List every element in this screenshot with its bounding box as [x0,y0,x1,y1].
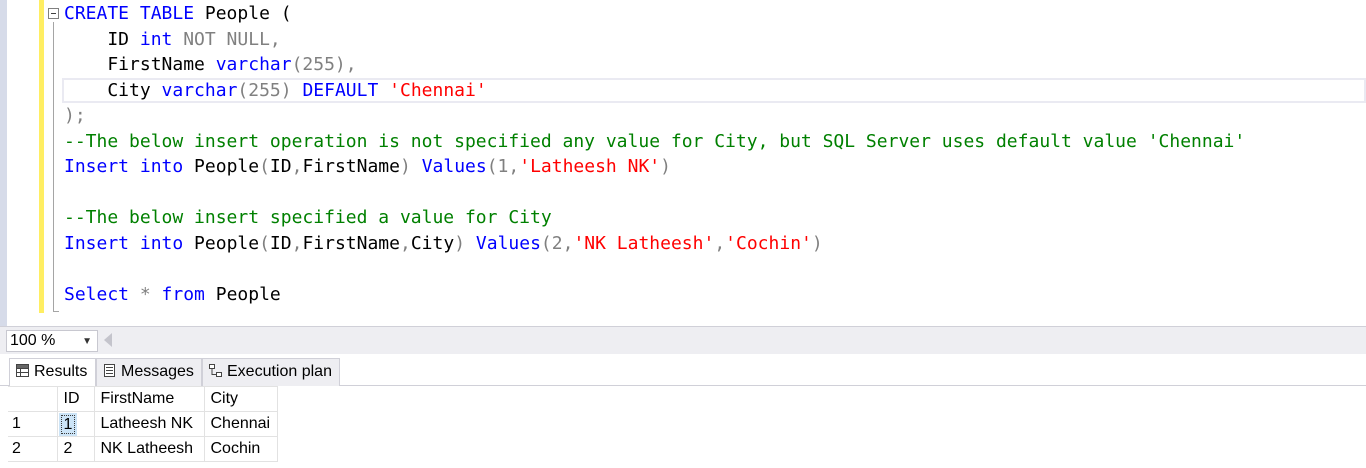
code-token: People ( [194,3,292,24]
grid-cell[interactable]: NK Latheesh [93,436,205,462]
code-token: varchar [215,54,292,75]
code-token: (2, [540,232,574,254]
results-tab-strip: Results Messages Execution plan [0,354,1366,386]
code-token: 'NK Latheesh' [573,232,715,254]
messages-icon [104,364,115,377]
column-header-firstname[interactable]: FirstName [93,386,205,412]
grid-cell[interactable]: 2 [56,436,95,462]
code-token: People [204,283,281,305]
execution-plan-icon [209,364,222,377]
code-token: ) [400,156,422,177]
code-token: , [291,156,303,177]
results-pane: Results Messages Execution plan ID First… [0,354,1366,468]
column-header-city[interactable]: City [203,386,278,412]
outline-guide-line [53,22,54,312]
tab-messages-label: Messages [121,363,194,380]
zoom-dropdown[interactable]: 100 % ▼ [6,330,98,352]
code-token: DEFAULT [302,79,379,101]
code-token: FirstName [302,232,400,254]
code-token: ) [811,232,823,254]
row-number[interactable]: 2 [8,436,58,462]
code-token: FirstName [302,156,400,177]
code-token: , [291,232,303,254]
outline-guide-end [53,311,59,312]
code-token: ); [64,105,86,126]
code-token: ( [259,232,270,254]
editor-status-bar: 100 % ▼ [0,326,1366,354]
grid-cell[interactable]: Cochin [203,436,278,462]
code-token: ( [259,156,270,177]
code-token: * [129,283,162,305]
code-token: ID [64,28,140,50]
code-token: Insert into [64,156,184,177]
code-token: ) [660,156,671,177]
code-token: Select [64,283,130,305]
code-token: 'Latheesh NK' [519,156,661,177]
code-token: CREATE TABLE [64,3,195,24]
code-token: ) [454,232,476,254]
scroll-left-icon[interactable] [104,333,112,347]
editor-left-strip [0,0,7,326]
tab-results-label: Results [34,363,88,380]
chevron-down-icon[interactable]: ▼ [82,332,92,352]
query-editor[interactable]: CREATE TABLE People ( ID int NOT NULL, F… [0,0,1366,326]
collapse-toggle-icon[interactable] [48,8,59,19]
code-line: Insert into People(ID,FirstName,City) Va… [64,231,823,257]
code-token: ID [269,156,292,177]
changed-lines-margin [39,0,44,313]
code-token: NOT NULL, [172,28,281,50]
grid-cell[interactable]: 1 [56,411,95,437]
code-token: City [64,79,162,101]
tab-execution-plan-label: Execution plan [227,363,332,380]
code-token: (1, [486,156,520,177]
code-token: 'Chennai' [389,79,487,101]
code-token: int [139,28,173,50]
selected-cell-value: 1 [58,412,78,436]
zoom-value: 100 % [10,332,56,349]
grid-header-row: ID FirstName City [8,386,278,412]
grid-icon [16,364,29,377]
results-grid[interactable]: ID FirstName City 1 1 Latheesh NK Chenna… [8,386,278,462]
code-token: Values [421,156,487,177]
table-row: 1 1 Latheesh NK Chennai [8,411,278,437]
grid-corner[interactable] [8,386,58,412]
code-token: --The below insert operation is not spec… [64,130,1246,152]
code-line: City varchar(255) DEFAULT 'Chennai' [64,78,487,104]
code-line: --The below insert operation is not spec… [64,129,1245,155]
code-token: FirstName [64,54,216,75]
code-line: FirstName varchar(255), [64,52,357,78]
code-line: ID int NOT NULL, [64,27,281,53]
code-token: City [410,232,455,254]
code-line: Select * from People [64,282,281,308]
code-line: Insert into People(ID,FirstName) Values(… [64,154,671,180]
code-token: ID [269,232,292,254]
code-token: , [714,232,726,254]
tab-execution-plan[interactable]: Execution plan [202,358,340,386]
code-token: 'Cochin' [725,232,812,254]
grid-cell[interactable]: Latheesh NK [93,411,205,437]
code-token: (255) [237,79,303,101]
row-number[interactable]: 1 [8,411,58,437]
column-header-id[interactable]: ID [56,386,95,412]
code-token: , [400,232,411,254]
grid-cell[interactable]: Chennai [203,411,278,437]
code-token: --The below insert specified a value for… [64,207,552,228]
code-line: --The below insert specified a value for… [64,205,552,231]
code-line: CREATE TABLE People ( [64,1,292,27]
code-token: varchar [161,79,238,101]
code-token: People [183,232,260,254]
tab-messages[interactable]: Messages [96,358,202,386]
code-token: Values [475,232,541,254]
tab-results[interactable]: Results [9,358,96,386]
code-token: from [161,283,205,305]
code-token: Insert into [64,232,184,254]
code-token: People [183,156,260,177]
code-token: (255), [291,54,357,75]
code-line: ); [64,103,86,129]
table-row: 2 2 NK Latheesh Cochin [8,436,278,462]
